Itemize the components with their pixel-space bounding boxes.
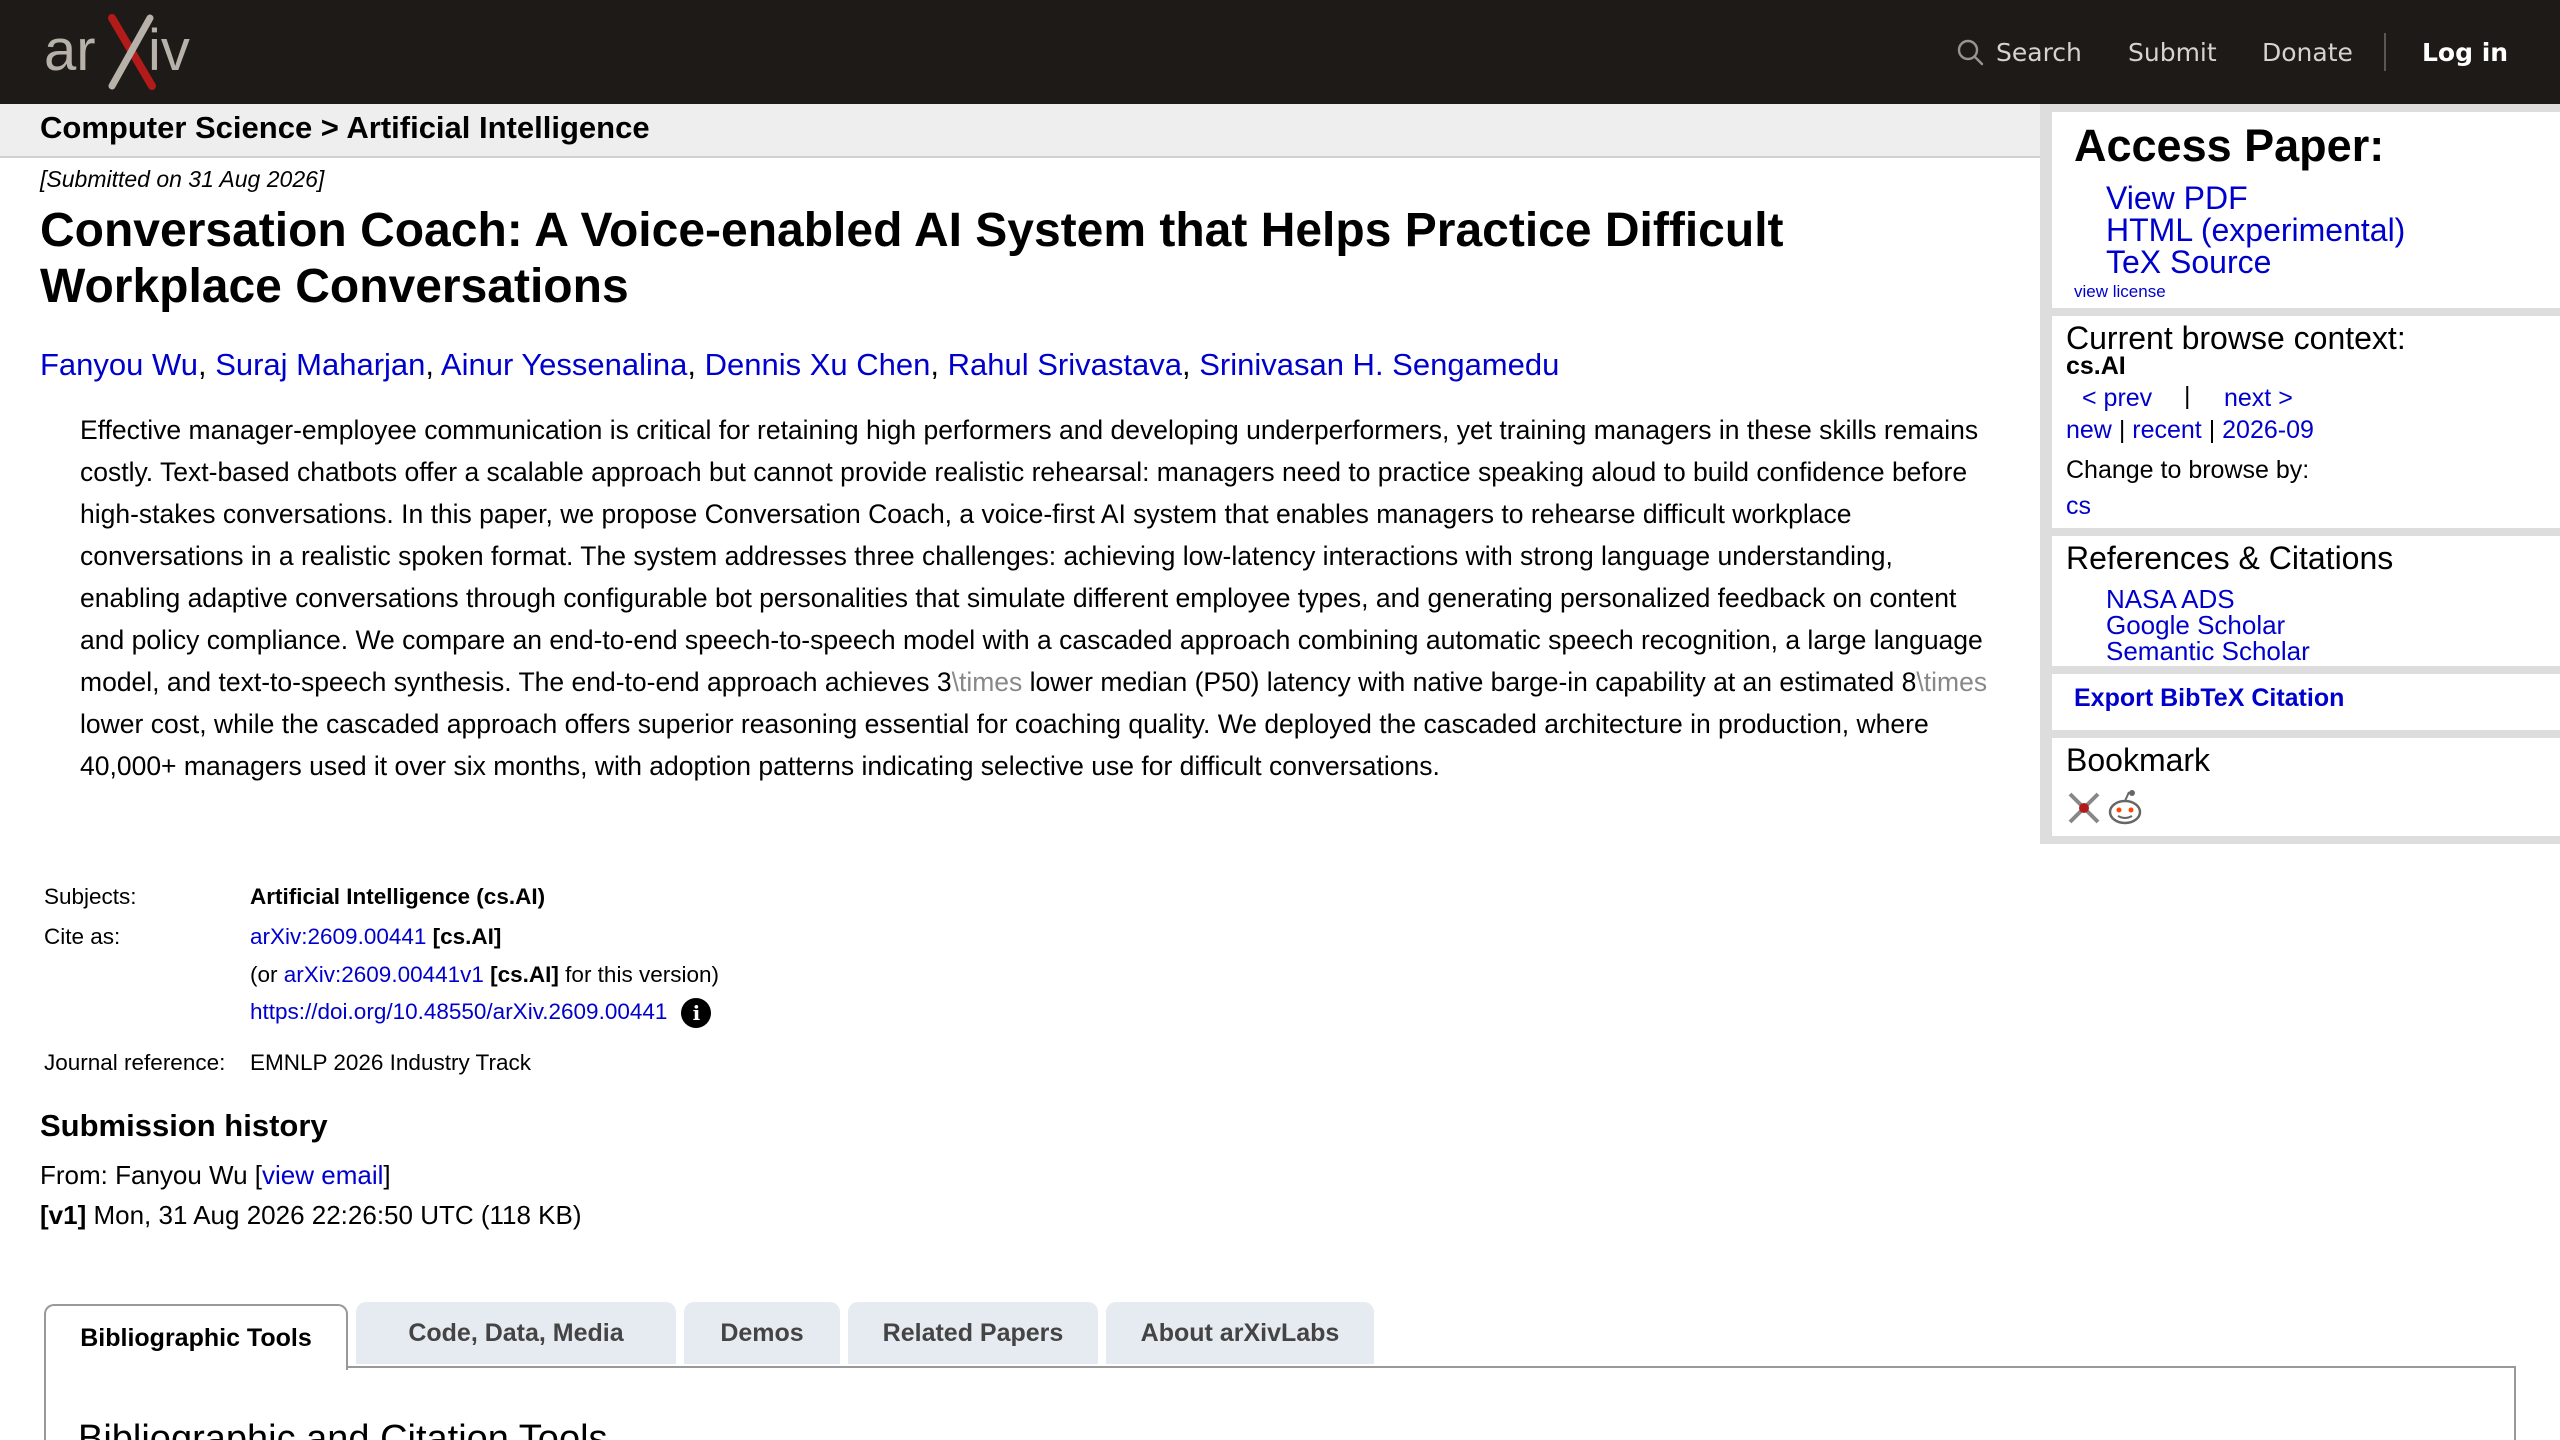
nav-divider bbox=[2384, 33, 2386, 71]
cite-category: [cs.AI] bbox=[426, 924, 502, 949]
reddit-icon[interactable] bbox=[2106, 788, 2144, 826]
paper-title: Conversation Coach: A Voice-enabled AI S… bbox=[40, 204, 1784, 313]
abstract-text: Effective manager-employee communication… bbox=[80, 415, 1983, 697]
author-link[interactable]: Ainur Yessenalina bbox=[441, 347, 687, 382]
month-link[interactable]: 2026-09 bbox=[2222, 416, 2314, 444]
tab-demos[interactable]: Demos bbox=[684, 1302, 840, 1364]
breadcrumb[interactable]: Computer Science > Artificial Intelligen… bbox=[40, 110, 650, 146]
author-link[interactable]: Rahul Srivastava bbox=[948, 347, 1182, 382]
submission-from: From: Fanyou Wu [view email] bbox=[40, 1160, 391, 1191]
abstract: Effective manager-employee communication… bbox=[80, 409, 1990, 787]
from-prefix: From: Fanyou Wu [ bbox=[40, 1160, 263, 1190]
top-navbar: ar iv Search Submit Donate Log in bbox=[0, 0, 2560, 104]
abstract-text: lower median (P50) latency with native b… bbox=[1022, 667, 1917, 697]
author-link[interactable]: Dennis Xu Chen bbox=[705, 347, 931, 382]
nav-submit[interactable]: Submit bbox=[2128, 0, 2217, 104]
tex-times: \times bbox=[951, 667, 1023, 697]
references-heading: References & Citations bbox=[2066, 540, 2394, 576]
from-suffix: ] bbox=[383, 1160, 391, 1190]
tab-code-data-media[interactable]: Code, Data, Media bbox=[356, 1302, 676, 1364]
tex-times: \times bbox=[1916, 667, 1988, 697]
recent-link[interactable]: recent bbox=[2132, 416, 2201, 444]
version-label: [v1] bbox=[40, 1200, 87, 1230]
bookmark-box: Bookmark bbox=[2052, 738, 2560, 836]
version-v1: [v1] Mon, 31 Aug 2026 22:26:50 UTC (118 … bbox=[40, 1200, 582, 1231]
cite-id-link[interactable]: arXiv:2609.00441 bbox=[250, 924, 426, 949]
export-bibtex-link[interactable]: Export BibTeX Citation bbox=[2074, 684, 2344, 713]
svg-text:ar: ar bbox=[44, 18, 96, 83]
cite-version-category: [cs.AI] bbox=[483, 962, 559, 987]
next-link[interactable]: next > bbox=[2224, 384, 2293, 413]
cite-version-link[interactable]: arXiv:2609.00441v1 bbox=[284, 962, 484, 987]
nav-login[interactable]: Log in bbox=[2422, 0, 2508, 104]
search-icon bbox=[1957, 39, 1984, 66]
references-box: References & Citations NASA ADS Google S… bbox=[2052, 536, 2560, 666]
cite-version-suffix: for this version) bbox=[558, 962, 719, 987]
new-link[interactable]: new bbox=[2066, 416, 2112, 444]
nav-search[interactable]: Search bbox=[1956, 0, 2082, 104]
author-link[interactable]: Suraj Maharjan bbox=[215, 347, 425, 382]
svg-text:iv: iv bbox=[148, 18, 190, 83]
bookmark-heading: Bookmark bbox=[2066, 742, 2211, 778]
author-link[interactable]: Srinivasan H. Sengamedu bbox=[1199, 347, 1559, 382]
breadcrumb-bar: Computer Science > Artificial Intelligen… bbox=[0, 104, 2044, 158]
sidebar: Access Paper: View PDF HTML (experimenta… bbox=[2040, 104, 2560, 844]
prev-link[interactable]: < prev bbox=[2082, 384, 2152, 413]
author-list: Fanyou Wu, Suraj Maharjan, Ainur Yessena… bbox=[40, 347, 1560, 382]
journal-value: EMNLP 2026 Industry Track bbox=[250, 1050, 531, 1075]
view-license-link[interactable]: view license bbox=[2074, 282, 2166, 302]
tab-related-papers[interactable]: Related Papers bbox=[848, 1302, 1098, 1364]
subjects-value: Artificial Intelligence (cs.AI) bbox=[250, 884, 546, 909]
prev-next-separator: | bbox=[2184, 382, 2191, 410]
bibsonomy-icon[interactable] bbox=[2066, 790, 2102, 826]
tab-panel: Bibliographic and Citation Tools bbox=[44, 1366, 2516, 1440]
browse-context-value: cs.AI bbox=[2066, 352, 2126, 380]
browse-list-links: new | recent | 2026-09 bbox=[2066, 416, 2314, 444]
tex-source-link[interactable]: TeX Source bbox=[2106, 244, 2271, 281]
subjects-label: Subjects: bbox=[44, 884, 137, 909]
author-link[interactable]: Fanyou Wu bbox=[40, 347, 198, 382]
submission-history-heading: Submission history bbox=[40, 1108, 328, 1143]
semantic-scholar-link[interactable]: Semantic Scholar bbox=[2106, 636, 2310, 667]
submitted-date: [Submitted on 31 Aug 2026] bbox=[40, 166, 325, 192]
access-paper-box: Access Paper: View PDF HTML (experimenta… bbox=[2052, 112, 2560, 308]
access-paper-heading: Access Paper: bbox=[2074, 120, 2385, 171]
nav-donate[interactable]: Donate bbox=[2262, 0, 2353, 104]
abstract-text: lower cost, while the cascaded approach … bbox=[80, 709, 1929, 781]
info-icon[interactable]: i bbox=[681, 998, 712, 1028]
tab-panel-heading: Bibliographic and Citation Tools bbox=[78, 1418, 608, 1440]
browse-cs-link[interactable]: cs bbox=[2066, 492, 2091, 521]
cite-version-prefix: (or bbox=[250, 962, 284, 987]
journal-label: Journal reference: bbox=[44, 1050, 226, 1075]
bibtex-box: Export BibTeX Citation bbox=[2052, 674, 2560, 730]
doi-link[interactable]: https://doi.org/10.48550/arXiv.2609.0044… bbox=[250, 999, 667, 1024]
view-email-link[interactable]: view email bbox=[262, 1160, 383, 1190]
arxiv-logo[interactable]: ar iv bbox=[44, 12, 224, 92]
tab-about-arxivlabs[interactable]: About arXivLabs bbox=[1106, 1302, 1374, 1364]
paper-main: [Submitted on 31 Aug 2026] Conversation … bbox=[40, 160, 2010, 787]
tab-bibliographic-tools[interactable]: Bibliographic Tools bbox=[44, 1304, 348, 1370]
change-browse-label: Change to browse by: bbox=[2066, 456, 2310, 484]
browse-context-box: Current browse context: cs.AI < prev | n… bbox=[2052, 316, 2560, 528]
version-value: Mon, 31 Aug 2026 22:26:50 UTC (118 KB) bbox=[86, 1200, 582, 1230]
nav-search-label: Search bbox=[1996, 37, 2082, 67]
cite-label: Cite as: bbox=[44, 924, 121, 949]
